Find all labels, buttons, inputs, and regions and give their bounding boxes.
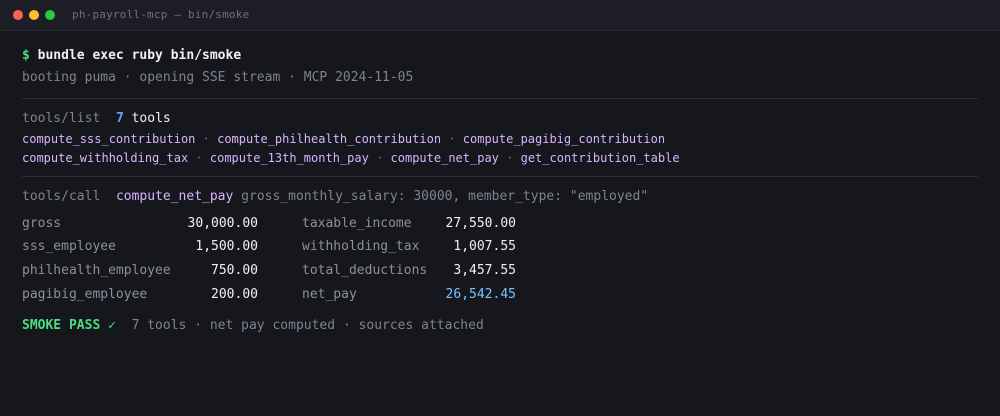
- divider: [22, 176, 978, 177]
- result-value: 30,000.00: [187, 216, 258, 231]
- tools-row: compute_withholding_tax · compute_13th_m…: [22, 150, 680, 166]
- zoom-button[interactable]: [45, 10, 55, 20]
- call-args: gross_monthly_salary: 30000, member_type…: [241, 189, 649, 204]
- net-pay-value: 26,542.45: [445, 287, 516, 302]
- tool-name: compute_withholding_tax: [22, 151, 189, 165]
- window-title: ph-payroll-mcp — bin/smoke: [72, 8, 250, 21]
- separator: ·: [506, 151, 514, 165]
- result-key: net_pay: [302, 287, 357, 302]
- prompt-symbol: $: [22, 48, 30, 63]
- tools-list-header: tools/list 7 tools: [22, 111, 171, 127]
- separator: ·: [195, 151, 203, 165]
- tool-name: get_contribution_table: [520, 151, 680, 165]
- close-button[interactable]: [13, 10, 23, 20]
- separator: ·: [376, 151, 384, 165]
- minimize-button[interactable]: [29, 10, 39, 20]
- separator: ·: [448, 132, 456, 146]
- result-value: 3,457.55: [453, 263, 516, 278]
- tool-name: compute_net_pay: [390, 151, 499, 165]
- tools-call-label: tools/call: [22, 189, 101, 204]
- terminal-window: ph-payroll-mcp — bin/smoke $ bundle exec…: [0, 0, 1000, 416]
- result-value: 750.00: [211, 263, 258, 278]
- result-key: sss_employee: [22, 239, 116, 254]
- result-value: 1,007.55: [453, 239, 516, 254]
- status-message: 7 tools · net pay computed · sources att…: [131, 318, 484, 333]
- smoke-pass-badge: SMOKE PASS ✓: [22, 318, 116, 333]
- result-key: pagibig_employee: [22, 287, 148, 302]
- result-key: taxable_income: [302, 216, 412, 231]
- divider: [22, 98, 978, 99]
- tools-count: 7: [115, 111, 124, 126]
- command-text: bundle exec ruby bin/smoke: [37, 48, 242, 63]
- tool-name: compute_philhealth_contribution: [217, 132, 442, 146]
- tools-call-line: tools/call compute_net_pay gross_monthly…: [22, 189, 648, 205]
- result-key: philhealth_employee: [22, 263, 171, 278]
- result-key: total_deductions: [302, 263, 428, 278]
- result-value: 200.00: [211, 287, 258, 302]
- tool-name: compute_pagibig_contribution: [462, 132, 666, 146]
- tools-row: compute_sss_contribution · compute_philh…: [22, 131, 665, 147]
- boot-message: booting puma · opening SSE stream · MCP …: [22, 70, 414, 85]
- title-bar: ph-payroll-mcp — bin/smoke: [0, 0, 1000, 31]
- command-line: $ bundle exec ruby bin/smoke: [22, 48, 241, 64]
- result-value: 1,500.00: [195, 239, 258, 254]
- result-key: gross: [22, 216, 62, 231]
- tools-list-label: tools/list: [22, 111, 101, 126]
- result-value: 27,550.00: [445, 216, 516, 231]
- separator: ·: [202, 132, 210, 146]
- tool-name: compute_13th_month_pay: [209, 151, 369, 165]
- called-tool: compute_net_pay: [115, 189, 234, 204]
- tools-count-suffix: tools: [131, 111, 171, 126]
- smoke-status: SMOKE PASS ✓ 7 tools · net pay computed …: [22, 318, 484, 334]
- result-key: withholding_tax: [302, 239, 420, 254]
- tool-name: compute_sss_contribution: [22, 132, 196, 146]
